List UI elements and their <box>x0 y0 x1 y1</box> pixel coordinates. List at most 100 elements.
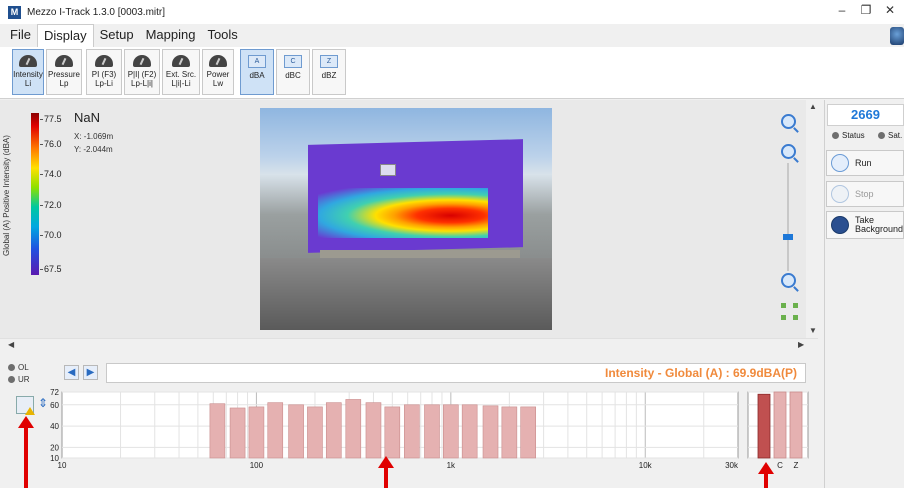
power-sublabel: Lw <box>212 79 224 88</box>
menu-bar: File Display Setup Mapping Tools <box>0 24 904 47</box>
tab-setup[interactable]: Setup <box>94 24 140 47</box>
fit-to-window-icon[interactable] <box>781 303 801 323</box>
power-button[interactable]: Power Lw <box>202 49 234 95</box>
spectrum-chart: 726040201010 100 1k 10k 30k C Z <box>50 388 809 470</box>
x-tick-label: 10k <box>639 461 653 470</box>
zoom-slider-thumb[interactable] <box>783 234 793 240</box>
colorscale-tick: 74.0 <box>40 169 62 179</box>
pi-f3-sublabel: Lp-Li <box>95 79 113 88</box>
intensity-button[interactable]: Intensity Li <box>12 49 44 95</box>
ext-src-button[interactable]: Ext. Src. L|i|-Li <box>162 49 200 95</box>
dba-button[interactable]: A dBA <box>240 49 274 95</box>
spectrum-bar <box>424 404 440 459</box>
close-button[interactable]: ✕ <box>880 3 900 17</box>
display-ribbon: Intensity Li Pressure Lp PI (F3) Lp-Li P… <box>0 47 904 99</box>
annotation-arrow <box>764 473 768 488</box>
saturation-label: Sat. <box>888 131 903 140</box>
tab-file[interactable]: File <box>4 24 37 47</box>
x-tick-label: 30k <box>725 461 739 470</box>
run-button[interactable]: Run <box>826 150 904 176</box>
power-label: Power <box>206 70 230 79</box>
zoom-out-icon[interactable] <box>781 273 796 288</box>
weighting-z-icon: Z <box>320 55 338 68</box>
global-bar-a <box>757 393 771 459</box>
zoom-slider-track[interactable] <box>787 163 789 271</box>
vertical-scrollbar[interactable]: ▲ ▼ <box>806 100 818 338</box>
status-label: Status <box>842 131 865 140</box>
colorscale-tick: 76.0 <box>40 139 62 149</box>
run-label: Run <box>855 158 872 168</box>
spectrum-bar <box>209 403 226 459</box>
spectrum-bar <box>482 405 499 459</box>
dbc-label: dBC <box>285 71 301 80</box>
y-tick-label: 20 <box>50 443 59 452</box>
spectrum-bar <box>365 402 382 459</box>
horizontal-scrollbar[interactable]: ◀ ▶ <box>0 338 818 350</box>
pressure-label: Pressure <box>47 70 80 79</box>
stop-button[interactable]: Stop <box>826 181 904 207</box>
camera-icon <box>831 216 849 234</box>
app-orb-icon[interactable] <box>890 27 904 45</box>
gauge-icon <box>209 55 227 67</box>
y-tick-label: 40 <box>50 422 59 431</box>
global-bar-z <box>789 391 803 459</box>
global-label: C <box>777 461 783 470</box>
saturation-led-icon <box>878 132 885 139</box>
title-bar: M Mezzo I-Track 1.3.0 [0003.mitr] – ❐ ✕ <box>0 0 904 24</box>
scroll-down-icon[interactable]: ▼ <box>809 326 817 335</box>
spectrum-bar <box>267 402 284 459</box>
pi-f3-button[interactable]: PI (F3) Lp-Li <box>86 49 122 95</box>
play-icon <box>831 154 849 172</box>
weighting-c-icon: C <box>284 55 302 68</box>
colorscale-tick: 77.5 <box>40 114 62 124</box>
acoustic-camera-image[interactable] <box>260 108 552 330</box>
stop-icon <box>831 185 849 203</box>
tab-tools[interactable]: Tools <box>201 24 243 47</box>
zoom-reset-icon[interactable] <box>781 114 796 129</box>
container-sign <box>380 164 396 176</box>
annotation-arrow <box>24 427 28 488</box>
spectrum-bar <box>307 406 323 459</box>
pi-f2-sublabel: Lp-L|i| <box>131 79 153 88</box>
colorscale-tick: 70.0 <box>40 230 62 240</box>
gauge-icon <box>95 55 113 67</box>
window-title: Mezzo I-Track 1.3.0 [0003.mitr] <box>27 6 166 18</box>
y-tick-label: 60 <box>50 401 59 410</box>
weighting-a-icon: A <box>248 55 266 68</box>
gauge-icon <box>172 55 190 67</box>
scroll-right-icon[interactable]: ▶ <box>798 340 804 349</box>
stop-label: Stop <box>855 189 874 199</box>
scroll-up-icon[interactable]: ▲ <box>809 102 817 111</box>
tab-display[interactable]: Display <box>36 24 94 47</box>
gauge-icon <box>133 55 151 67</box>
x-tick-label: 1k <box>447 461 456 470</box>
pressure-sublabel: Lp <box>59 79 69 88</box>
pi-f2-label: P|I| (F2) <box>127 70 157 79</box>
pi-f2-button[interactable]: P|I| (F2) Lp-L|i| <box>124 49 160 95</box>
cursor-value: NaN <box>74 110 101 125</box>
pi-f3-label: PI (F3) <box>91 70 117 79</box>
take-background-button[interactable]: Take Background <box>826 211 904 239</box>
global-label: Z <box>794 461 799 470</box>
ext-src-label: Ext. Src. <box>165 70 197 79</box>
container-base <box>320 250 520 258</box>
maximize-button[interactable]: ❐ <box>856 3 876 17</box>
take-background-label-2: Background <box>854 224 903 234</box>
spectrum-bar <box>520 406 536 459</box>
colorscale-tick: 67.5 <box>40 264 62 274</box>
cursor-y: Y: -2.044m <box>74 145 113 154</box>
scroll-left-icon[interactable]: ◀ <box>8 340 14 349</box>
tab-mapping[interactable]: Mapping <box>140 24 202 47</box>
zoom-in-icon[interactable] <box>781 144 796 159</box>
y-tick-label: 72 <box>50 388 59 397</box>
global-bar-c <box>773 391 787 459</box>
dbz-button[interactable]: Z dBZ <box>312 49 346 95</box>
annotation-arrow <box>384 467 388 488</box>
minimize-button[interactable]: – <box>832 3 852 17</box>
intensity-sublabel: Li <box>24 79 32 88</box>
intensity-label: Intensity <box>13 70 43 79</box>
pressure-button[interactable]: Pressure Lp <box>46 49 82 95</box>
dbc-button[interactable]: C dBC <box>276 49 310 95</box>
gauge-icon <box>19 55 37 67</box>
colorscale-title: Global (A) Positive Intensity (dBA) <box>2 135 11 256</box>
